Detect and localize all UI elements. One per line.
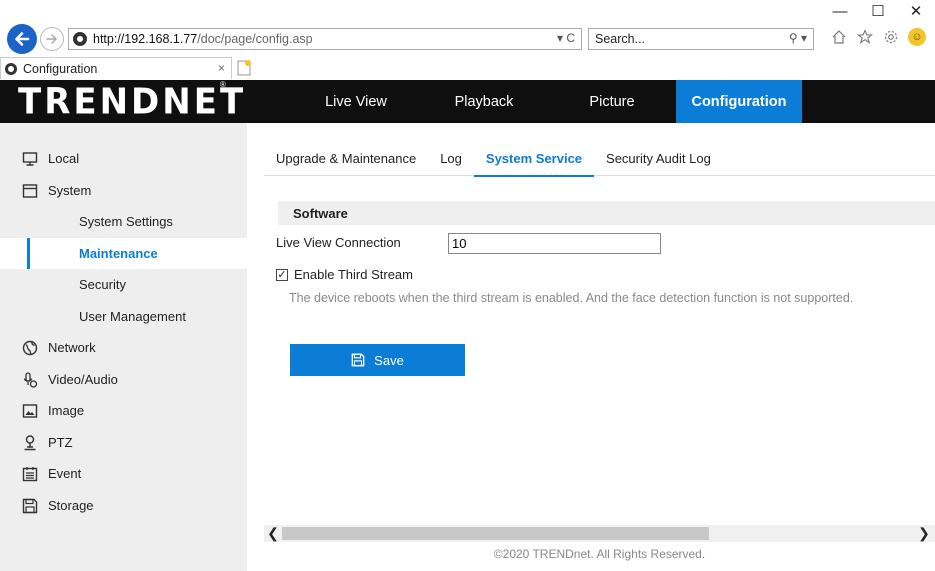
sidebar-item-label: Video/Audio: [48, 371, 118, 387]
menu-playback[interactable]: Playback: [420, 80, 548, 123]
sidebar-item-image[interactable]: Image: [0, 395, 247, 427]
address-bar[interactable]: http://192.168.1.77/doc/page/config.asp …: [68, 28, 582, 50]
sidebar-item-ptz[interactable]: PTZ: [0, 427, 247, 459]
scroll-left-icon[interactable]: ❮: [266, 525, 280, 542]
microphone-icon: [22, 371, 38, 388]
new-tab-icon: [237, 60, 251, 76]
feedback-smiley-icon[interactable]: ☺: [908, 28, 926, 46]
url-path: /doc/page/config.asp: [197, 32, 313, 46]
forward-arrow-icon: [46, 34, 57, 44]
trendnet-logo: TRENDNET: [18, 81, 247, 123]
sidebar-item-label: System Settings: [79, 214, 173, 230]
monitor-icon: [22, 151, 38, 167]
settings-gear-icon[interactable]: [882, 28, 900, 46]
sidebar-item-label: Event: [48, 466, 82, 482]
main-menu: Live View Playback Picture Configuration: [292, 80, 802, 123]
browser-tab[interactable]: Configuration ×: [0, 57, 232, 79]
sidebar-item-label: System: [48, 182, 92, 198]
maximize-button[interactable]: ☐: [859, 0, 897, 22]
browser-chrome: — ☐ ✕ http://192.168.1.77/doc/page/confi…: [0, 0, 935, 80]
save-button-label: Save: [374, 352, 404, 368]
live-view-connection-input[interactable]: [448, 233, 661, 254]
save-icon: [22, 498, 38, 514]
sidebar-item-user-management[interactable]: User Management: [0, 301, 247, 333]
tab-close-icon[interactable]: ×: [218, 61, 225, 75]
live-view-connection-label: Live View Connection: [276, 235, 401, 250]
back-arrow-icon: [15, 32, 30, 46]
forward-button[interactable]: [40, 27, 64, 51]
main-content: Upgrade & Maintenance Log System Service…: [264, 123, 935, 571]
search-placeholder: Search...: [595, 32, 646, 46]
save-button[interactable]: Save: [290, 344, 465, 376]
window-controls: — ☐ ✕: [821, 0, 935, 22]
registered-mark: ®: [220, 80, 226, 89]
sidebar-item-label: Network: [48, 340, 96, 356]
sidebar-item-event[interactable]: Event: [0, 458, 247, 490]
maintenance-subtabs: Upgrade & Maintenance Log System Service…: [264, 141, 935, 177]
refresh-icon[interactable]: ▾ C: [557, 31, 575, 45]
sidebar-item-storage[interactable]: Storage: [0, 490, 247, 522]
tab-upgrade-maintenance[interactable]: Upgrade & Maintenance: [264, 141, 428, 176]
home-icon[interactable]: [830, 28, 848, 46]
menu-configuration[interactable]: Configuration: [676, 80, 802, 123]
search-icon[interactable]: ⚲ ▾: [789, 31, 807, 45]
globe-icon: [22, 340, 38, 356]
enable-third-stream-row: ✓ Enable Third Stream: [276, 267, 413, 282]
menu-picture[interactable]: Picture: [548, 80, 676, 123]
calendar-icon: [22, 466, 38, 482]
sidebar-item-label: User Management: [79, 308, 186, 324]
config-sidebar: Local System System Settings Maintenance…: [0, 123, 247, 571]
image-icon: [22, 403, 38, 419]
window-icon: [22, 183, 38, 199]
site-favicon-icon: [73, 32, 87, 46]
favorites-star-icon[interactable]: [856, 28, 874, 46]
back-button[interactable]: [7, 24, 37, 54]
sidebar-item-maintenance[interactable]: Maintenance: [0, 237, 247, 269]
tab-title: Configuration: [23, 61, 98, 76]
scrollbar-thumb[interactable]: [282, 527, 709, 540]
ptz-icon: [22, 434, 38, 451]
tab-security-audit-log[interactable]: Security Audit Log: [594, 141, 723, 176]
copyright-footer: ©2020 TRENDnet. All Rights Reserved.: [493, 547, 706, 561]
sidebar-item-network[interactable]: Network: [0, 332, 247, 364]
sidebar-item-video-audio[interactable]: Video/Audio: [0, 364, 247, 396]
tab-system-service[interactable]: System Service: [473, 141, 595, 177]
url-host: http://192.168.1.77: [93, 32, 198, 46]
tab-favicon-icon: [5, 62, 17, 75]
enable-third-stream-label: Enable Third Stream: [294, 267, 413, 282]
sidebar-item-local[interactable]: Local: [0, 143, 247, 175]
sidebar-item-label: Storage: [48, 497, 94, 513]
sidebar-item-label: Security: [79, 277, 126, 293]
sidebar-item-label: Image: [48, 403, 85, 419]
sidebar-item-label: PTZ: [48, 434, 73, 450]
browser-search-input[interactable]: Search... ⚲ ▾: [588, 28, 814, 50]
tab-log[interactable]: Log: [428, 141, 474, 176]
horizontal-scrollbar[interactable]: ❮ ❯: [264, 525, 935, 542]
sidebar-item-system-settings[interactable]: System Settings: [0, 206, 247, 238]
third-stream-note: The device reboots when the third stream…: [289, 291, 854, 305]
sidebar-item-system[interactable]: System: [0, 175, 247, 207]
sidebar-item-label: Maintenance: [79, 245, 158, 261]
new-tab-button[interactable]: [235, 59, 253, 77]
app-header: TRENDNET ® Live View Playback Picture Co…: [0, 80, 935, 123]
menu-live-view[interactable]: Live View: [292, 80, 420, 123]
scroll-right-icon[interactable]: ❯: [917, 525, 931, 542]
enable-third-stream-checkbox[interactable]: ✓: [276, 268, 288, 281]
floppy-disk-icon: [351, 353, 365, 367]
sidebar-item-label: Local: [48, 151, 80, 167]
section-title-software: Software: [278, 201, 935, 225]
sidebar-item-security[interactable]: Security: [0, 269, 247, 301]
browser-toolbar: ☺: [830, 28, 926, 46]
close-window-button[interactable]: ✕: [897, 0, 935, 22]
minimize-button[interactable]: —: [821, 0, 859, 22]
